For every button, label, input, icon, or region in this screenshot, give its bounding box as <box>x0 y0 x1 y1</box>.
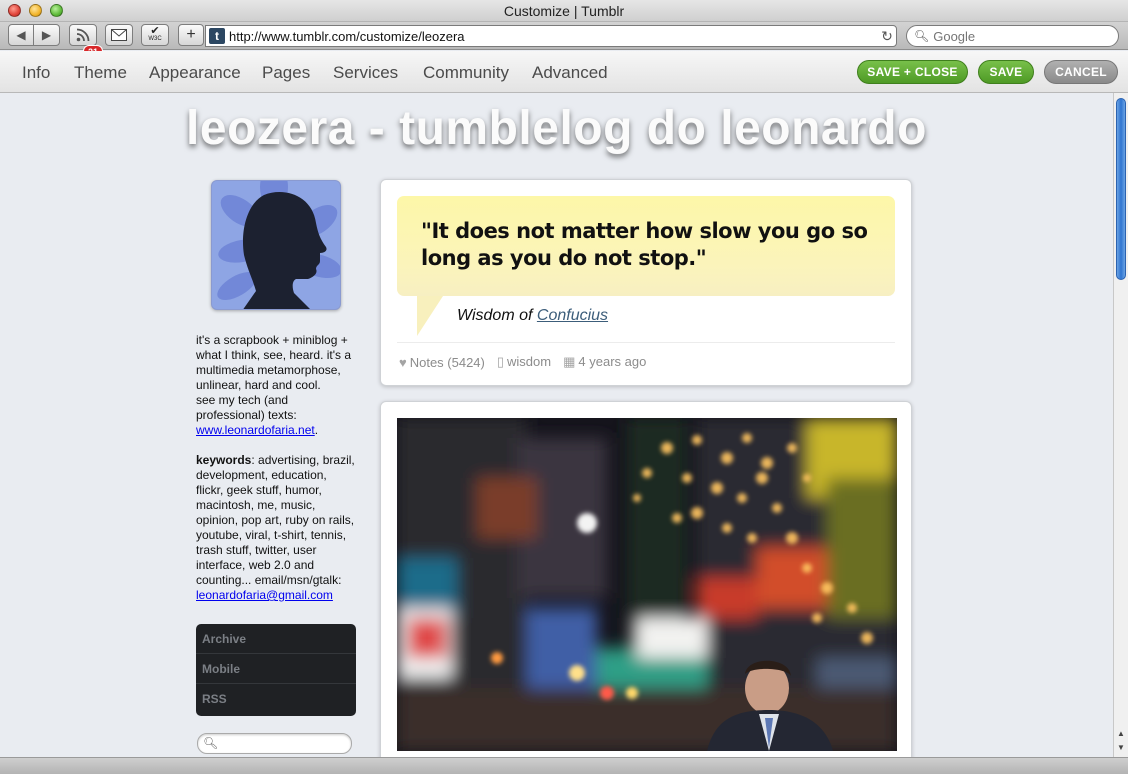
reload-icon[interactable]: ↻ <box>878 28 896 45</box>
search-field[interactable]: 🔍︎ <box>906 25 1119 47</box>
description-line: what I think, see, heard. it's a <box>196 348 352 362</box>
blog-search-input[interactable]: 🔍︎ <box>197 733 352 754</box>
checkmark-icon: ✔ <box>150 25 160 37</box>
head-silhouette-icon <box>217 181 340 309</box>
keywords-line: opinion, pop art, ruby on rails, <box>196 513 355 527</box>
tab-info[interactable]: Info <box>22 63 50 83</box>
cancel-button[interactable]: CANCEL <box>1044 60 1118 84</box>
quote-source-link[interactable]: Confucius <box>537 307 608 324</box>
rss-button[interactable] <box>69 24 97 46</box>
quote-post: "It does not matter how slow you go so l… <box>380 179 912 386</box>
sidebar-item-archive[interactable]: Archive <box>196 624 356 654</box>
sidebar-item-mobile[interactable]: Mobile <box>196 654 356 684</box>
vertical-scrollbar[interactable]: ▲ ▼ <box>1113 93 1128 757</box>
save-button[interactable]: SAVE <box>978 60 1034 84</box>
notes-count: Notes (5424) <box>409 354 485 370</box>
description-line: it's a scrapbook + miniblog + <box>196 333 348 347</box>
tab-pages[interactable]: Pages <box>262 63 310 83</box>
tag-icon: ▯ <box>496 354 505 369</box>
tab-community[interactable]: Community <box>423 63 509 83</box>
forward-button[interactable]: ▶ <box>33 24 60 46</box>
status-bar <box>0 757 1128 774</box>
add-bookmark-button[interactable]: + <box>178 24 204 46</box>
tumblr-favicon-icon: t <box>209 28 225 44</box>
avatar[interactable] <box>211 180 341 310</box>
tab-services[interactable]: Services <box>333 63 398 83</box>
window-titlebar: Customize | Tumblr <box>0 0 1128 22</box>
post-date: 4 years ago <box>578 354 647 369</box>
mail-button[interactable] <box>105 24 133 46</box>
mail-icon <box>111 29 127 41</box>
website-link[interactable]: www.leonardofaria.net <box>196 423 315 437</box>
keywords-line: macintosh, me, music, <box>196 498 316 512</box>
w3c-label: W3C <box>148 36 162 42</box>
description-line: unlinear, hard and cool. <box>196 378 321 392</box>
search-input[interactable] <box>933 28 1104 44</box>
keywords-line: trash stuff, twitter, user <box>196 543 317 557</box>
description-line: multimedia metamorphose, <box>196 363 341 377</box>
back-button[interactable]: ◀ <box>8 24 34 46</box>
blog-description: it's a scrapbook + miniblog + what I thi… <box>196 333 361 603</box>
scroll-down-arrow-icon[interactable]: ▼ <box>1114 741 1128 754</box>
keywords-line: youtube, viral, t-shirt, tennis, <box>196 528 347 542</box>
scroll-up-arrow-icon[interactable]: ▲ <box>1114 727 1128 740</box>
photo-post <box>380 401 912 757</box>
keywords-line: interface, web 2.0 and <box>196 558 315 572</box>
sidebar-item-rss[interactable]: RSS <box>196 684 356 714</box>
customize-bar: Info Theme Appearance Pages Services Com… <box>0 51 1128 93</box>
heart-icon: ♥ <box>399 354 407 370</box>
city-lights-photo <box>397 418 897 751</box>
quote-source-prefix: Wisdom of <box>457 307 533 324</box>
keywords-label: keywords <box>196 453 252 467</box>
blog-preview: leozera - tumblelog do leonardo it's a s… <box>0 93 1113 757</box>
quote-source: Wisdom of Confucius <box>457 307 608 325</box>
browser-toolbar: ◀ ▶ ✔ W3C 21 + t http://www.tumblr.com/c… <box>0 22 1128 57</box>
w3c-validator-button[interactable]: ✔ W3C <box>141 24 169 46</box>
website-suffix: . <box>314 423 319 437</box>
notes-link[interactable]: ♥ Notes (5424) <box>399 355 485 370</box>
rss-icon <box>76 28 90 42</box>
url-text[interactable]: http://www.tumblr.com/customize/leozera <box>229 29 878 44</box>
quote-text: "It does not matter how slow you go so l… <box>421 219 868 270</box>
description-line: professional) texts: <box>196 408 297 422</box>
quote-tail <box>417 296 443 336</box>
quote-bubble: "It does not matter how slow you go so l… <box>397 196 895 296</box>
description-line: see my tech (and <box>196 393 289 407</box>
plus-icon: + <box>186 26 196 43</box>
scrollbar-thumb[interactable] <box>1116 98 1126 280</box>
calendar-icon: ▦ <box>563 354 576 369</box>
permalink[interactable]: ▦ 4 years ago <box>563 354 646 370</box>
tag-label: wisdom <box>507 354 552 369</box>
post-photo[interactable] <box>397 418 897 751</box>
sidebar-menu: Archive Mobile RSS <box>196 624 356 716</box>
keywords-line: : advertising, brazil, <box>251 453 355 467</box>
tag-link[interactable]: ▯ wisdom <box>497 354 551 370</box>
email-link[interactable]: leonardofaria@gmail.com <box>196 588 333 602</box>
address-bar[interactable]: t http://www.tumblr.com/customize/leozer… <box>205 25 897 47</box>
window-title: Customize | Tumblr <box>503 3 625 19</box>
search-icon: 🔍︎ <box>203 736 219 750</box>
back-arrow-icon: ◀ <box>16 28 26 42</box>
tab-appearance[interactable]: Appearance <box>149 63 241 83</box>
keywords-line: development, education, <box>196 468 327 482</box>
blog-title[interactable]: leozera - tumblelog do leonardo <box>0 101 1113 156</box>
tab-theme[interactable]: Theme <box>74 63 127 83</box>
tab-advanced[interactable]: Advanced <box>532 63 608 83</box>
save-close-button[interactable]: SAVE + CLOSE <box>857 60 968 84</box>
forward-arrow-icon: ▶ <box>41 28 52 42</box>
keywords-line: counting... email/msn/gtalk: <box>196 573 342 587</box>
divider <box>397 342 895 343</box>
post-meta: ♥ Notes (5424) ▯ wisdom ▦ 4 years ago <box>399 354 646 370</box>
keywords-line: flickr, geek stuff, humor, <box>196 483 322 497</box>
search-icon: 🔍︎ <box>914 29 930 43</box>
